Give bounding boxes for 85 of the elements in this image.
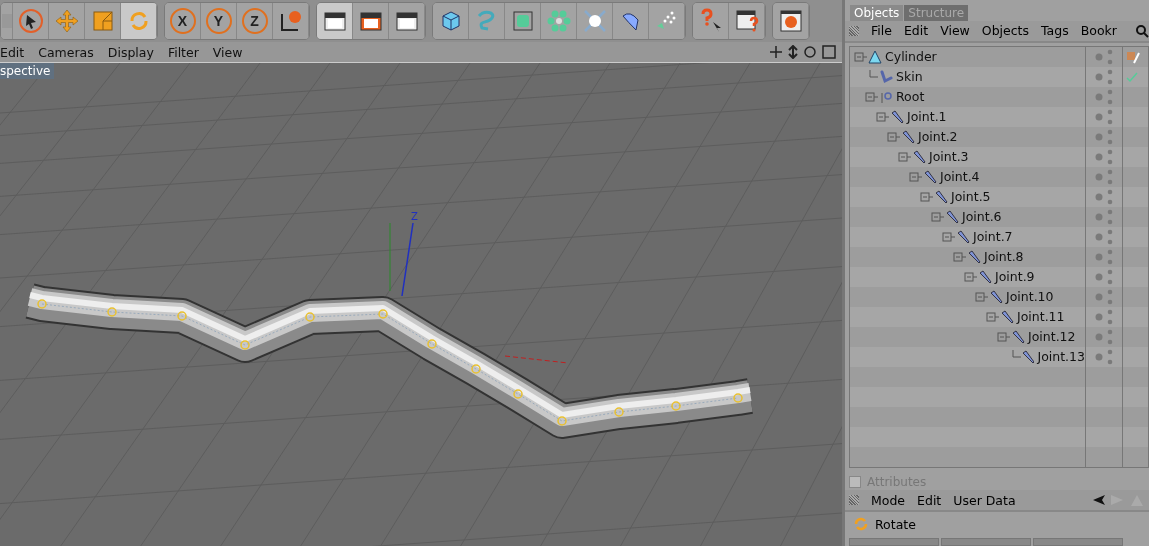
- collapse-icon[interactable]: [931, 209, 945, 224]
- collapse-icon[interactable]: [865, 89, 879, 104]
- collapse-icon[interactable]: [876, 109, 890, 124]
- menu-item[interactable]: Mode: [871, 492, 906, 508]
- grip-icon: [849, 495, 859, 506]
- move-icon: [53, 8, 80, 34]
- object-name[interactable]: Joint.9: [995, 269, 1035, 285]
- menu-item[interactable]: View: [212, 44, 243, 60]
- joint-icon: [890, 109, 904, 124]
- menu-item[interactable]: Edit: [917, 492, 942, 508]
- object-name[interactable]: Joint.3: [929, 149, 969, 165]
- joint-icon: [967, 249, 981, 264]
- collapse-icon[interactable]: [909, 169, 923, 184]
- menu-item[interactable]: Bookr: [1080, 23, 1117, 39]
- axis-gizmo-drawing: Z: [389, 211, 569, 364]
- browser-globe-icon: [777, 8, 804, 34]
- toolbar-button[interactable]: [773, 3, 809, 39]
- menu-item[interactable]: Cameras: [38, 44, 94, 60]
- panel-tab[interactable]: [849, 538, 939, 546]
- object-name[interactable]: Joint.10: [1006, 289, 1054, 305]
- panel-tab[interactable]: [1033, 538, 1123, 546]
- zoom-view-icon[interactable]: [788, 45, 798, 59]
- collapse-icon[interactable]: [975, 289, 989, 304]
- collapse-icon[interactable]: [942, 229, 956, 244]
- object-name[interactable]: Joint.11: [1017, 309, 1065, 325]
- menu-item[interactable]: Objects: [981, 23, 1030, 39]
- null-object-icon: [879, 89, 893, 104]
- maximize-view-icon[interactable]: [822, 45, 836, 59]
- collapse-icon[interactable]: [964, 269, 978, 284]
- joint-icon: [912, 149, 926, 164]
- joint-icon: [923, 169, 937, 184]
- collapse-icon[interactable]: [986, 309, 1000, 324]
- joint-icon: [989, 289, 1003, 304]
- array-icon: [545, 8, 572, 34]
- cone-icon: [868, 49, 882, 64]
- collapse-icon[interactable]: [953, 249, 967, 264]
- joint-icon: [1021, 349, 1035, 364]
- menu-item[interactable]: File: [871, 23, 892, 39]
- joint-icon: [956, 229, 970, 244]
- object-name[interactable]: Joint.6: [962, 209, 1002, 225]
- object-name[interactable]: Cylinder: [885, 49, 937, 65]
- object-name[interactable]: Joint.12: [1028, 329, 1076, 345]
- menu-item[interactable]: Edit: [0, 44, 25, 60]
- joint-icon: [901, 129, 915, 144]
- grip-icon: [849, 25, 859, 36]
- move-view-icon[interactable]: [770, 45, 782, 59]
- object-name[interactable]: Joint.8: [984, 249, 1024, 265]
- joint-icon: [1000, 309, 1014, 324]
- joint-icon: [934, 189, 948, 204]
- bent-bone-icon: [879, 69, 893, 84]
- joint-icon: [1011, 329, 1025, 344]
- menu-item[interactable]: Edit: [903, 23, 929, 39]
- collapse-icon[interactable]: [920, 189, 934, 204]
- table-help-icon: [733, 8, 760, 34]
- rotate-icon: [853, 516, 869, 533]
- menu-item[interactable]: Display: [107, 44, 154, 60]
- search-icon[interactable]: [1135, 23, 1149, 38]
- object-name[interactable]: Joint.7: [973, 229, 1013, 245]
- expand-arrows-icon: [581, 8, 608, 34]
- toolbar-button[interactable]: [317, 3, 353, 39]
- menu-item[interactable]: User Data: [953, 492, 1016, 508]
- collapse-icon[interactable]: [898, 149, 912, 164]
- menu-item[interactable]: View: [940, 23, 970, 39]
- object-name[interactable]: Joint.5: [951, 189, 991, 205]
- panel-checkbox[interactable]: [849, 476, 861, 489]
- object-name[interactable]: Skin: [896, 69, 923, 85]
- collapse-icon[interactable]: [887, 129, 901, 144]
- joint-icon: [978, 269, 992, 284]
- object-name[interactable]: Joint.1: [907, 109, 947, 125]
- collapse-icon[interactable]: [997, 329, 1011, 344]
- texture-tag-icon: [1126, 49, 1140, 64]
- rotate-view-icon[interactable]: [804, 45, 816, 59]
- object-title: Rotate: [875, 516, 916, 532]
- menu-item[interactable]: Tags: [1041, 23, 1069, 39]
- pointer-icon: [17, 8, 44, 34]
- collapse-icon[interactable]: [854, 49, 868, 64]
- object-name[interactable]: Root: [896, 89, 925, 105]
- object-name[interactable]: Joint.13: [1037, 349, 1085, 365]
- panel-tab[interactable]: [941, 538, 1031, 546]
- object-name[interactable]: Joint.2: [918, 129, 958, 145]
- menu-item[interactable]: Filter: [167, 44, 199, 60]
- joint-icon: [945, 209, 959, 224]
- object-name[interactable]: Joint.4: [940, 169, 980, 185]
- viewport-name: spective: [0, 63, 55, 79]
- checkmark-icon: [1126, 70, 1138, 83]
